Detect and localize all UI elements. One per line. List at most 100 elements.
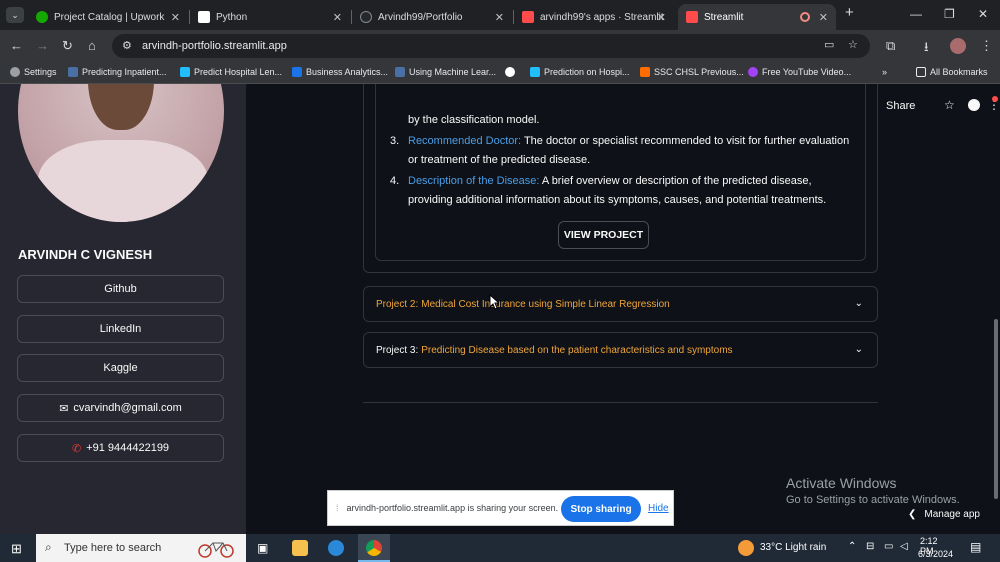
network-icon[interactable]: ⊟ <box>866 541 874 552</box>
bookmark-label: Settings <box>24 67 57 77</box>
close-icon[interactable]: ✕ <box>819 11 828 24</box>
forward-icon[interactable]: → <box>36 38 49 53</box>
kaggle-button[interactable]: Kaggle <box>17 354 224 382</box>
project3-expander[interactable]: Project 3: Predicting Disease based on t… <box>363 332 878 368</box>
address-bar[interactable]: ⚙ arvindh-portfolio.streamlit.app ▭ ☆ <box>112 34 870 58</box>
list-number: 4. <box>390 175 400 187</box>
notification-center-icon[interactable]: ▤ <box>970 540 981 554</box>
bookmark-item[interactable]: Predicting Inpatient... <box>68 67 167 77</box>
bookmark-star-icon[interactable]: ☆ <box>848 38 858 51</box>
extensions-icon[interactable]: ⧉ <box>886 38 895 54</box>
browser-toolbar: ← → ↻ ⌂ ⚙ arvindh-portfolio.streamlit.ap… <box>0 30 1000 62</box>
kaggle-icon <box>530 67 540 77</box>
search-icon: ⌕ <box>45 540 52 554</box>
close-icon[interactable]: ✕ <box>657 11 666 24</box>
scrollbar[interactable] <box>994 319 998 499</box>
project-title: Medical Cost Insurance using Simple Line… <box>421 298 670 310</box>
phone-icon: ✆ <box>71 442 82 455</box>
tab-title: Python <box>216 11 248 23</box>
gear-icon <box>10 67 20 77</box>
manage-app-button[interactable]: ❮ Manage app <box>908 509 980 520</box>
close-icon[interactable]: ✕ <box>495 11 504 24</box>
tab-streamlit[interactable]: Streamlit ✕ <box>678 4 836 30</box>
bookmark-label: All Bookmarks <box>930 67 988 77</box>
notification-dot <box>992 96 998 102</box>
site-info-icon[interactable]: ⚙ <box>122 39 132 52</box>
site-icon <box>395 67 405 77</box>
github-button[interactable]: Github <box>17 275 224 303</box>
minimize-icon[interactable]: — <box>910 7 922 21</box>
restore-icon[interactable]: ❐ <box>944 7 955 21</box>
battery-icon[interactable]: ▭ <box>884 541 893 552</box>
email-button[interactable]: ✉ cvarvindh@gmail.com <box>17 394 224 422</box>
phone-button[interactable]: ✆ +91 9444422199 <box>17 434 224 462</box>
star-icon[interactable]: ☆ <box>944 98 955 112</box>
all-bookmarks[interactable]: All Bookmarks <box>916 67 988 77</box>
clock-date[interactable]: 6/3/2024 <box>918 549 953 559</box>
linkedin-button[interactable]: LinkedIn <box>17 315 224 343</box>
edge-icon[interactable] <box>328 540 344 556</box>
download-icon[interactable]: ⭳ <box>924 38 929 60</box>
project2-expander[interactable]: Project 2: Medical Cost Insurance using … <box>363 286 878 322</box>
windows-activation-notice: Activate Windows Go to Settings to activ… <box>786 475 960 506</box>
tab-python[interactable]: Python ✕ <box>190 4 350 30</box>
more-menu-icon[interactable]: ⋮ <box>980 38 993 54</box>
upwork-icon <box>36 11 48 23</box>
hide-link[interactable]: Hide <box>648 503 669 514</box>
bookmark-item[interactable]: Prediction on Hospi... <box>530 67 630 77</box>
bookmark-google[interactable] <box>505 67 515 77</box>
profile-photo <box>18 84 224 222</box>
screen-share-notice: ⁞ arvindh-portfolio.streamlit.app is sha… <box>327 490 674 526</box>
manage-label: Manage app <box>924 509 980 520</box>
streamlit-icon <box>522 11 534 23</box>
sidebar: ARVINDH C VIGNESH Github LinkedIn Kaggle… <box>0 84 246 534</box>
bookmark-settings[interactable]: Settings <box>10 67 57 77</box>
profile-avatar[interactable] <box>950 38 966 54</box>
close-icon[interactable]: ✕ <box>333 11 342 24</box>
tab-title: Arvindh99/Portfolio <box>378 11 463 23</box>
bookmark-label: Using Machine Lear... <box>409 67 497 77</box>
bookmark-label: Predicting Inpatient... <box>82 67 167 77</box>
github-icon[interactable] <box>968 99 980 111</box>
tab-title: Streamlit <box>704 11 744 23</box>
home-icon[interactable]: ⌂ <box>88 38 96 53</box>
reload-icon[interactable]: ↻ <box>62 38 73 54</box>
cast-icon[interactable]: ▭ <box>824 38 834 51</box>
tab-search-icon[interactable]: ⌄ <box>6 7 24 23</box>
file-explorer-icon[interactable] <box>292 540 308 556</box>
volume-icon[interactable]: ◁ <box>900 541 908 552</box>
tab-streamlit-apps[interactable]: arvindh99's apps · Streamlit ✕ <box>514 4 674 30</box>
chevron-left-icon: ❮ <box>908 509 917 520</box>
bookmark-item[interactable]: Business Analytics... <box>292 67 388 77</box>
taskbar-search[interactable]: ⌕ Type here to search <box>36 534 246 562</box>
site-icon <box>640 67 650 77</box>
view-project-button[interactable]: VIEW PROJECT <box>558 221 649 249</box>
bookmark-item[interactable]: Using Machine Lear... <box>395 67 496 77</box>
windows-start-icon[interactable]: ⊞ <box>11 541 22 557</box>
new-tab-icon[interactable]: + <box>845 4 854 21</box>
bookmark-label: Predict Hospital Len... <box>194 67 283 77</box>
bookmark-item[interactable]: Predict Hospital Len... <box>180 67 282 77</box>
recording-icon <box>800 12 810 22</box>
tab-github[interactable]: Arvindh99/Portfolio ✕ <box>352 4 512 30</box>
drag-handle-icon[interactable]: ⁞ <box>336 503 339 513</box>
site-icon <box>748 67 758 77</box>
bookmark-item[interactable]: SSC CHSL Previous... <box>640 67 744 77</box>
back-icon[interactable]: ← <box>10 38 23 53</box>
window-close-icon[interactable]: ✕ <box>978 7 988 21</box>
close-icon[interactable]: ✕ <box>171 11 180 24</box>
tab-upwork[interactable]: Project Catalog | Upwork ✕ <box>28 4 188 30</box>
bookmark-label: Free YouTube Video... <box>762 67 852 77</box>
activate-title: Activate Windows <box>786 475 897 491</box>
chevron-up-icon[interactable]: ⌃ <box>848 541 856 552</box>
bookmark-item[interactable]: Free YouTube Video... <box>748 67 851 77</box>
header-actions: Share ☆ ⋮ <box>860 92 1000 120</box>
chrome-taskbar-button[interactable] <box>358 534 390 562</box>
stop-sharing-button[interactable]: Stop sharing <box>561 496 641 522</box>
weather-text[interactable]: 33°C Light rain <box>760 542 826 553</box>
share-button[interactable]: Share <box>886 100 915 112</box>
button-label: LinkedIn <box>99 323 142 335</box>
task-view-icon[interactable]: ▣ <box>257 541 268 555</box>
bookmarks-overflow-icon[interactable]: » <box>882 67 887 77</box>
cursor-icon <box>489 294 499 310</box>
